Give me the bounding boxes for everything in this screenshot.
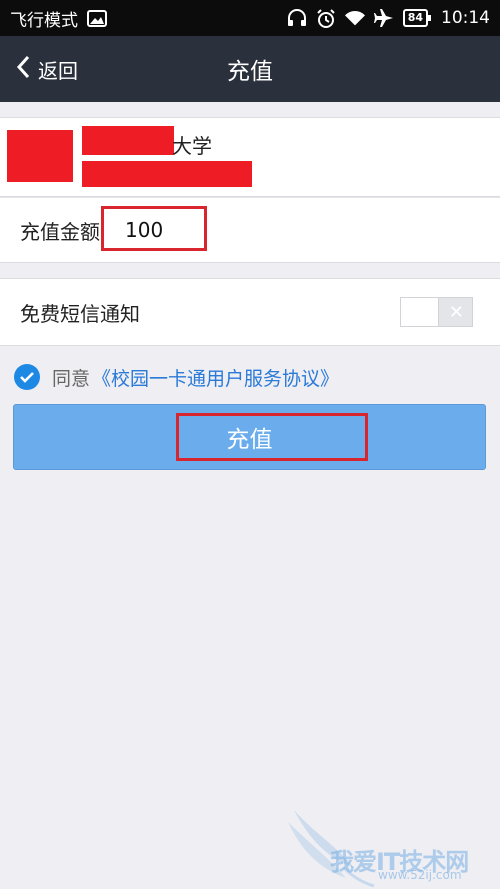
sms-label: 免费短信通知 — [20, 301, 140, 326]
clock: 10:14 — [441, 8, 490, 28]
redacted-school-name — [82, 126, 174, 155]
agree-checkbox[interactable] — [14, 364, 40, 390]
chevron-left-icon — [16, 55, 30, 84]
back-button[interactable]: 返回 — [16, 36, 78, 102]
wifi-icon — [344, 9, 365, 27]
agree-prefix: 同意 — [52, 367, 91, 390]
school-name-suffix: 大学 — [172, 134, 212, 158]
alarm-icon — [316, 8, 336, 28]
image-icon — [87, 9, 107, 27]
redacted-logo — [7, 130, 73, 182]
toggle-thumb — [401, 298, 439, 326]
school-card: 大学 — [0, 117, 500, 197]
back-label: 返回 — [38, 58, 78, 83]
battery-icon: 84 — [402, 9, 432, 27]
watermark-url: www.52ij.com — [378, 868, 462, 882]
sms-toggle[interactable]: ✕ — [400, 297, 473, 327]
status-bar: 飞行模式 84 10:14 — [0, 0, 500, 36]
airplane-mode-label: 飞行模式 — [10, 10, 78, 31]
close-icon: ✕ — [448, 301, 464, 323]
amount-highlight-box — [101, 206, 207, 251]
recharge-highlight-box — [176, 413, 368, 461]
nav-bar: 返回 充值 — [0, 36, 500, 102]
agreement-row: 同意 《校园一卡通用户服务协议》 — [14, 362, 339, 392]
sms-row: 免费短信通知 ✕ — [0, 278, 500, 346]
amount-row: 充值金额 100 — [0, 197, 500, 263]
headphones-icon — [287, 9, 307, 27]
agreement-link[interactable]: 《校园一卡通用户服务协议》 — [92, 364, 339, 391]
amount-label: 充值金额 — [20, 219, 100, 244]
redacted-account — [82, 161, 252, 187]
airplane-icon — [373, 9, 394, 27]
check-icon — [20, 372, 34, 383]
